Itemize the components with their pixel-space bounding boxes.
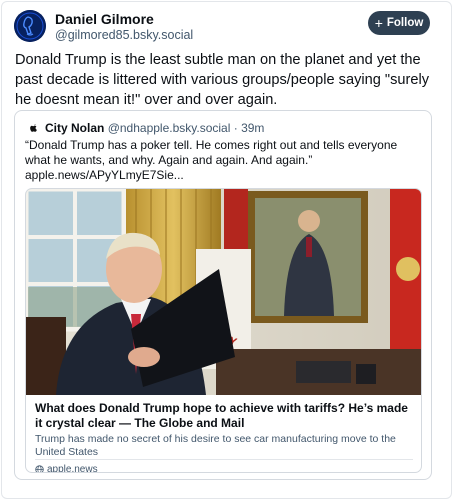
link-card-divider [35,459,413,460]
link-card-description: Trump has made no secret of his desire t… [35,433,396,458]
link-card-domain: apple.news [47,464,98,473]
quoted-link[interactable]: apple.news/APyYLmyE7Sie... [25,168,425,183]
quoted-timestamp[interactable]: 39m [241,121,264,135]
quoted-author-avatar-icon[interactable] [26,121,40,135]
quoted-separator: · [233,121,238,135]
author-handle[interactable]: @gilmored85.bsky.social [55,28,193,42]
globe-icon [35,465,44,472]
post-text: Donald Trump is the least subtle man on … [15,52,430,108]
plus-icon: + [374,15,383,31]
link-card-domain-row: apple.news [35,464,98,473]
blue-avatar-with-figure-icon [14,10,46,42]
quoted-author-handle[interactable]: @ndhapple.bsky.social [108,121,231,135]
follow-button-label: Follow [386,17,424,29]
post-card[interactable]: Daniel Gilmore @gilmored85.bsky.social +… [1,1,452,499]
quoted-post[interactable]: City Nolan @ndhapple.bsky.social · 39m “… [14,110,432,480]
link-card[interactable]: ARMY What does Donald Tru [25,188,422,473]
follow-button[interactable]: + Follow [368,11,430,35]
quoted-text-block: “Donald Trump has a poker tell. He comes… [25,138,425,183]
link-card-thumbnail: ARMY [26,189,421,395]
quoted-text: “Donald Trump has a poker tell. He comes… [25,138,398,167]
author-display-name[interactable]: Daniel Gilmore [55,11,154,27]
quoted-author-line: City Nolan @ndhapple.bsky.social · 39m [45,121,264,135]
quoted-author-name[interactable]: City Nolan [45,121,104,135]
link-card-title[interactable]: What does Donald Trump hope to achieve w… [35,401,415,431]
author-avatar[interactable] [14,10,46,42]
